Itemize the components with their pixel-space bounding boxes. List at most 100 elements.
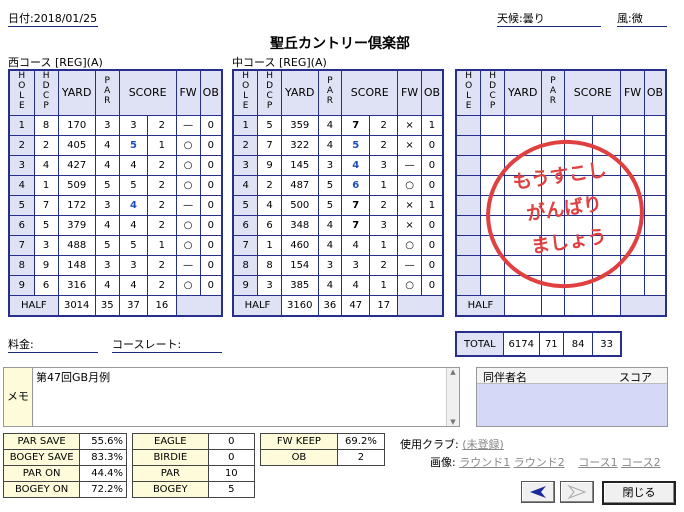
fairway-value: —: [175, 115, 201, 136]
memo-label: メモ: [4, 368, 33, 426]
par-value: 3: [317, 255, 343, 276]
ob-header: OB: [199, 69, 223, 116]
ob-value: 0: [199, 155, 223, 176]
fw-header: FW: [175, 69, 201, 116]
companion-rows[interactable]: [477, 384, 667, 426]
half-score: 47: [341, 295, 371, 317]
score-value: 3: [341, 255, 371, 276]
putt-value: 2: [369, 135, 399, 156]
par-value: 4: [94, 215, 120, 236]
yard-value: 487: [280, 175, 319, 196]
fairway-value: ×: [397, 115, 422, 136]
hole-number: [455, 175, 482, 196]
yard-value: 509: [57, 175, 96, 196]
course-rate-field: コースレート:: [112, 338, 222, 353]
par-value: 5: [317, 195, 343, 216]
ob-header: OB: [420, 69, 444, 116]
ob-value: [643, 255, 667, 276]
memo-box: メモ 第47回GB月例 ▲ ▼: [3, 367, 460, 427]
putt-value: 1: [147, 235, 177, 256]
par-value: 4: [317, 235, 343, 256]
image-link-round1[interactable]: ラウンド1: [459, 456, 510, 469]
putt-value: 2: [147, 175, 177, 196]
hole-number: 5: [8, 195, 35, 216]
ob-value: 1: [420, 195, 444, 216]
companion-score-header: スコア: [619, 371, 652, 384]
hole-number: [455, 135, 482, 156]
yard-value: 359: [280, 115, 319, 136]
hole-row: 6 5 379 4 4 2 ○ 0: [8, 215, 223, 236]
stat-label: BOGEY: [132, 481, 209, 498]
image-link-course2[interactable]: コース2: [621, 456, 660, 469]
yard-value: 488: [57, 235, 96, 256]
putt-value: 1: [369, 175, 399, 196]
half-row: HALF 3014 35 37 16: [8, 295, 223, 317]
hdcp-value: [480, 275, 505, 296]
hole-number: 1: [232, 115, 259, 136]
putt-value: 2: [147, 255, 177, 276]
companion-list[interactable]: 同伴者名 スコア: [476, 367, 668, 427]
ob-value: [643, 275, 667, 296]
hdcp-value: 6: [33, 275, 59, 296]
stat-row: PAR SAVE 55.6%: [2, 433, 127, 450]
yard-value: [503, 115, 542, 136]
memo-scrollbar[interactable]: ▲ ▼: [446, 368, 459, 426]
yard-value: 170: [57, 115, 96, 136]
par-value: 5: [317, 175, 343, 196]
hole-row: 5 7 172 3 4 2—0: [8, 195, 223, 216]
stat-value: 5: [207, 481, 256, 498]
hdcp-value: 6: [257, 215, 282, 236]
weather-label: 天候:: [497, 12, 523, 25]
putt-value: [592, 115, 622, 136]
image-link-course1[interactable]: コース1: [578, 456, 617, 469]
hole-number: [455, 215, 482, 236]
west-course-label: 西コース [REG](A): [8, 56, 103, 69]
hdcp-value: 9: [257, 155, 282, 176]
half-blank: [397, 295, 444, 317]
hole-number: 4: [232, 175, 259, 196]
fairway-value: —: [175, 195, 201, 216]
score-value: 4: [341, 275, 371, 296]
ob-value: 0: [420, 235, 444, 256]
half-par: [540, 295, 566, 317]
hole-row: 8 9 148 3 3 2—0: [8, 255, 223, 276]
score-header: SCORE: [118, 69, 177, 116]
putt-value: 2: [369, 195, 399, 216]
total-score: 84: [562, 331, 594, 357]
scroll-up-icon[interactable]: ▲: [447, 368, 459, 376]
ob-value: 0: [420, 275, 444, 296]
previous-button[interactable]: [521, 481, 555, 503]
ob-value: 0: [199, 215, 223, 236]
next-button[interactable]: [560, 481, 594, 503]
ob-value: [643, 175, 667, 196]
image-link-round2[interactable]: ラウンド2: [514, 456, 565, 469]
fairway-value: ×: [397, 195, 422, 216]
memo-textarea[interactable]: 第47回GB月例: [34, 368, 446, 426]
hdcp-value: 1: [33, 175, 59, 196]
close-button[interactable]: 閉じる: [602, 481, 676, 505]
half-yard: [503, 295, 542, 317]
ob-value: 0: [199, 115, 223, 136]
hdcp-header: HDCP: [480, 69, 505, 116]
hole-row: 1 8 170 3 3 2—0: [8, 115, 223, 136]
wind-label: 風:: [617, 12, 632, 25]
fairway-value: —: [397, 155, 422, 176]
half-yard: 3014: [57, 295, 96, 317]
stat-label: OB: [260, 449, 338, 466]
score-value: 5: [118, 135, 149, 156]
half-putt: 17: [369, 295, 399, 317]
stat-value: 55.6%: [79, 433, 127, 450]
score-value: 4: [341, 235, 371, 256]
stat-value: 2: [336, 449, 386, 466]
score-header: SCORE: [341, 69, 399, 116]
fairway-value: —: [397, 255, 422, 276]
hole-number: [455, 235, 482, 256]
par-header: PAR: [540, 69, 566, 116]
club-link[interactable]: (未登録): [462, 438, 504, 451]
companion-header: 同伴者名 スコア: [477, 368, 667, 384]
hdcp-header: HDCP: [257, 69, 282, 116]
score-value: 3: [118, 255, 149, 276]
stat-row: FW KEEP 69.2%: [260, 433, 386, 450]
par-value: 4: [94, 275, 120, 296]
scroll-down-icon[interactable]: ▼: [447, 418, 459, 426]
